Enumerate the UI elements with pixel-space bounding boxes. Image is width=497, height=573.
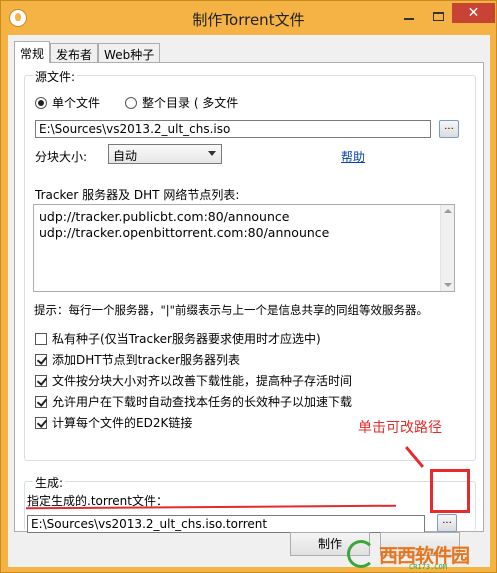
tracker-line: udp://tracker.publicbt.com:80/announce xyxy=(39,209,290,224)
radio-single-file-label: 单个文件 xyxy=(52,96,101,110)
scroll-down-icon[interactable] xyxy=(444,283,452,287)
source-browse-button[interactable]: ... xyxy=(439,120,459,138)
general-panel: 源文件: 单个文件 整个目录 ( 多文件 E:\Sources\vs2013.2… xyxy=(14,62,484,533)
source-group: 源文件: 单个文件 整个目录 ( 多文件 E:\Sources\vs2013.2… xyxy=(24,68,476,461)
option-add-dht[interactable]: 添加DHT节点到tracker服务器列表 xyxy=(35,351,240,368)
source-group-label: 源文件: xyxy=(33,68,78,85)
radio-single-file[interactable]: 单个文件 xyxy=(35,94,100,111)
source-path-input[interactable]: E:\Sources\vs2013.2_ult_chs.iso xyxy=(35,120,431,138)
tracker-list-textarea[interactable]: udp://tracker.publicbt.com:80/announce u… xyxy=(33,204,455,292)
piece-size-value: 自动 xyxy=(113,149,138,163)
torrent-dialog: 制作Torrent文件 ✕ 常规 发布者 Web种子 源文件: 单个文件 整个目… xyxy=(0,0,497,573)
tab-publisher[interactable]: 发布者 xyxy=(50,43,99,63)
close-icon: ✕ xyxy=(467,5,480,21)
watermark-site: CR173.COM xyxy=(409,563,447,571)
option-long-seeds-checkbox[interactable] xyxy=(35,395,47,408)
option-align-pieces-label: 文件按分块大小对齐以改善下载性能，提高种子存活时间 xyxy=(52,374,353,388)
output-browse-button[interactable]: ... xyxy=(437,514,457,532)
radio-whole-directory[interactable]: 整个目录 ( 多文件 xyxy=(125,94,238,111)
option-private-torrent[interactable]: 私有种子(仅当Tracker服务器要求使用时才应选中) xyxy=(35,330,321,347)
tracker-list-label: Tracker 服务器及 DHT 网络节点列表: xyxy=(35,188,240,202)
watermark: 西西软件园 CR173.COM xyxy=(347,538,495,571)
help-link[interactable]: 帮助 xyxy=(341,148,365,165)
annotation-box xyxy=(430,469,470,513)
output-path-input[interactable]: E:\Sources\vs2013.2_ult_chs.iso.torrent xyxy=(27,515,425,533)
option-align-pieces-checkbox[interactable] xyxy=(35,374,47,387)
radio-whole-directory-label: 整个目录 ( 多文件 xyxy=(142,96,239,110)
dialog-client: 常规 发布者 Web种子 源文件: 单个文件 整个目录 ( 多文件 E:\Sou… xyxy=(8,35,490,567)
scroll-up-icon[interactable] xyxy=(444,209,452,213)
piece-size-select[interactable]: 自动 xyxy=(108,144,222,164)
title-bar[interactable]: 制作Torrent文件 ✕ xyxy=(1,1,496,35)
close-button[interactable]: ✕ xyxy=(452,3,495,23)
option-ed2k-label: 计算每个文件的ED2K链接 xyxy=(52,416,193,430)
minimize-button[interactable] xyxy=(395,5,423,27)
tracker-hint: 提示：每行一个服务器，"|"前缀表示与上一个是信息共享的同组等效服务器。 xyxy=(34,303,428,317)
tab-strip: 常规 发布者 Web种子 xyxy=(14,41,161,63)
option-add-dht-checkbox[interactable] xyxy=(35,353,47,366)
minimize-icon xyxy=(404,18,414,20)
option-ed2k[interactable]: 计算每个文件的ED2K链接 xyxy=(35,414,192,431)
option-align-pieces[interactable]: 文件按分块大小对齐以改善下载性能，提高种子存活时间 xyxy=(35,372,352,389)
option-long-seeds[interactable]: 允许用户在下载时自动查找本任务的长效种子以加速下载 xyxy=(35,393,352,410)
tracker-line: udp://tracker.openbittorrent.com:80/anno… xyxy=(39,225,330,240)
option-long-seeds-label: 允许用户在下载时自动查找本任务的长效种子以加速下载 xyxy=(52,395,353,409)
option-add-dht-label: 添加DHT节点到tracker服务器列表 xyxy=(52,353,241,367)
piece-size-label: 分块大小: xyxy=(35,150,88,164)
option-ed2k-checkbox[interactable] xyxy=(35,416,47,429)
output-group-label: 生成: xyxy=(33,474,66,491)
chevron-down-icon xyxy=(208,151,216,156)
radio-whole-directory-control[interactable] xyxy=(125,96,137,109)
option-private-torrent-checkbox[interactable] xyxy=(35,332,47,345)
tab-general[interactable]: 常规 xyxy=(14,41,51,63)
tab-web-seeds[interactable]: Web种子 xyxy=(98,43,161,63)
maximize-icon xyxy=(432,11,444,21)
watermark-logo-icon xyxy=(347,540,375,568)
maximize-button[interactable] xyxy=(424,5,452,27)
option-private-torrent-label: 私有种子(仅当Tracker服务器要求使用时才应选中) xyxy=(52,332,321,346)
annotation-text: 单击可改路径 xyxy=(358,420,442,436)
radio-single-file-control[interactable] xyxy=(35,96,47,109)
tracker-list-scrollbar[interactable] xyxy=(440,205,454,291)
